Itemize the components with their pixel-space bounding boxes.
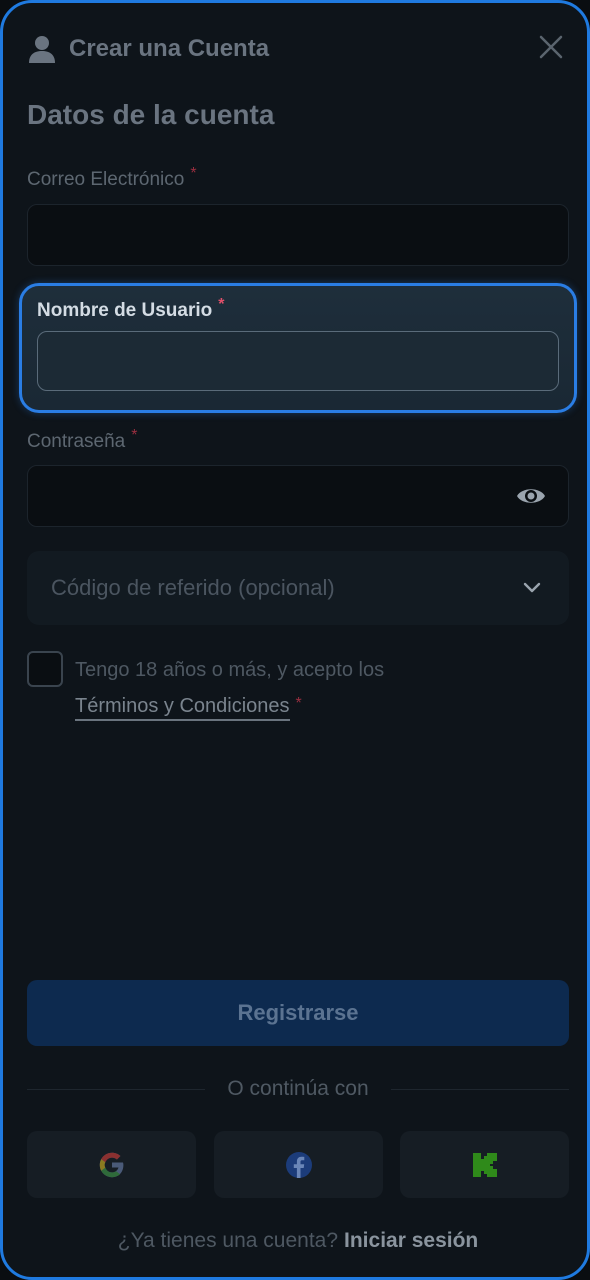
kick-login-button[interactable] bbox=[400, 1131, 569, 1198]
chevron-down-icon bbox=[523, 582, 541, 593]
username-label-text: Nombre de Usuario bbox=[37, 300, 213, 321]
terms-text: Tengo 18 años o más, y acepto los bbox=[75, 659, 385, 681]
facebook-icon bbox=[285, 1151, 312, 1178]
required-marker: * bbox=[190, 165, 197, 182]
required-marker: * bbox=[218, 296, 225, 313]
facebook-login-button[interactable] bbox=[214, 1131, 383, 1198]
password-label-text: Contraseña bbox=[27, 431, 126, 452]
email-label-text: Correo Electrónico bbox=[27, 169, 185, 190]
password-field[interactable] bbox=[27, 465, 569, 527]
username-label: Nombre de Usuario * bbox=[37, 296, 225, 322]
referral-placeholder: Código de referido (opcional) bbox=[51, 575, 335, 600]
login-question: ¿Ya tienes una cuenta? bbox=[117, 1229, 339, 1252]
google-icon bbox=[99, 1152, 123, 1177]
terms-link[interactable]: Términos y Condiciones bbox=[75, 695, 290, 721]
kick-icon bbox=[472, 1152, 497, 1177]
modal-header: Crear una Cuenta bbox=[27, 31, 269, 67]
divider-label: O continúa con bbox=[215, 1077, 381, 1100]
terms-line: Términos y Condiciones * bbox=[75, 695, 302, 721]
username-field[interactable] bbox=[37, 331, 559, 391]
required-marker: * bbox=[295, 695, 302, 712]
divider-text: O continúa con bbox=[3, 1077, 587, 1101]
close-icon[interactable] bbox=[537, 33, 565, 61]
section-title: Datos de la cuenta bbox=[27, 99, 275, 130]
eye-icon[interactable] bbox=[516, 484, 546, 508]
login-prompt: ¿Ya tienes una cuenta? Iniciar sesión bbox=[3, 1229, 587, 1253]
email-field[interactable] bbox=[27, 204, 569, 266]
register-button[interactable]: Registrarse bbox=[27, 980, 569, 1046]
email-label: Correo Electrónico * bbox=[27, 165, 197, 191]
password-label: Contraseña * bbox=[27, 427, 137, 453]
referral-code-dropdown[interactable]: Código de referido (opcional) bbox=[27, 551, 569, 625]
signup-modal: Crear una Cuenta Datos de la cuenta Corr… bbox=[0, 0, 590, 1280]
terms-checkbox[interactable] bbox=[27, 651, 63, 687]
username-field-group: Nombre de Usuario * bbox=[19, 283, 577, 413]
google-login-button[interactable] bbox=[27, 1131, 196, 1198]
login-link[interactable]: Iniciar sesión bbox=[344, 1229, 478, 1252]
user-icon bbox=[29, 36, 55, 63]
modal-title: Crear una Cuenta bbox=[69, 35, 270, 62]
required-marker: * bbox=[131, 427, 138, 444]
